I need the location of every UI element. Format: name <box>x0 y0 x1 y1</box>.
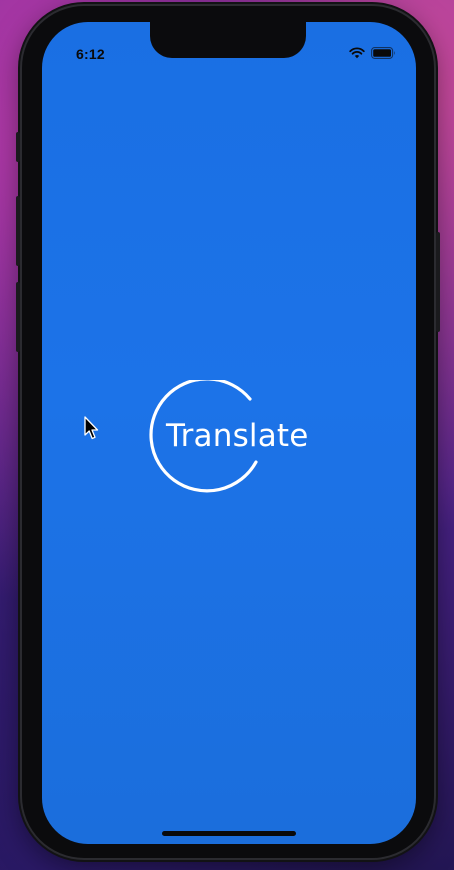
notch <box>150 22 306 58</box>
battery-icon <box>371 46 396 64</box>
splash-logo: Translate <box>146 380 326 500</box>
status-icons <box>349 46 396 64</box>
side-button <box>16 132 20 162</box>
side-button <box>436 232 440 332</box>
side-button <box>16 196 20 266</box>
home-indicator[interactable] <box>162 831 296 836</box>
logo-text: Translate <box>166 418 309 454</box>
wifi-icon <box>349 46 365 64</box>
status-time: 6:12 <box>76 46 105 62</box>
mouse-pointer-icon <box>84 416 100 447</box>
side-button <box>16 282 20 352</box>
